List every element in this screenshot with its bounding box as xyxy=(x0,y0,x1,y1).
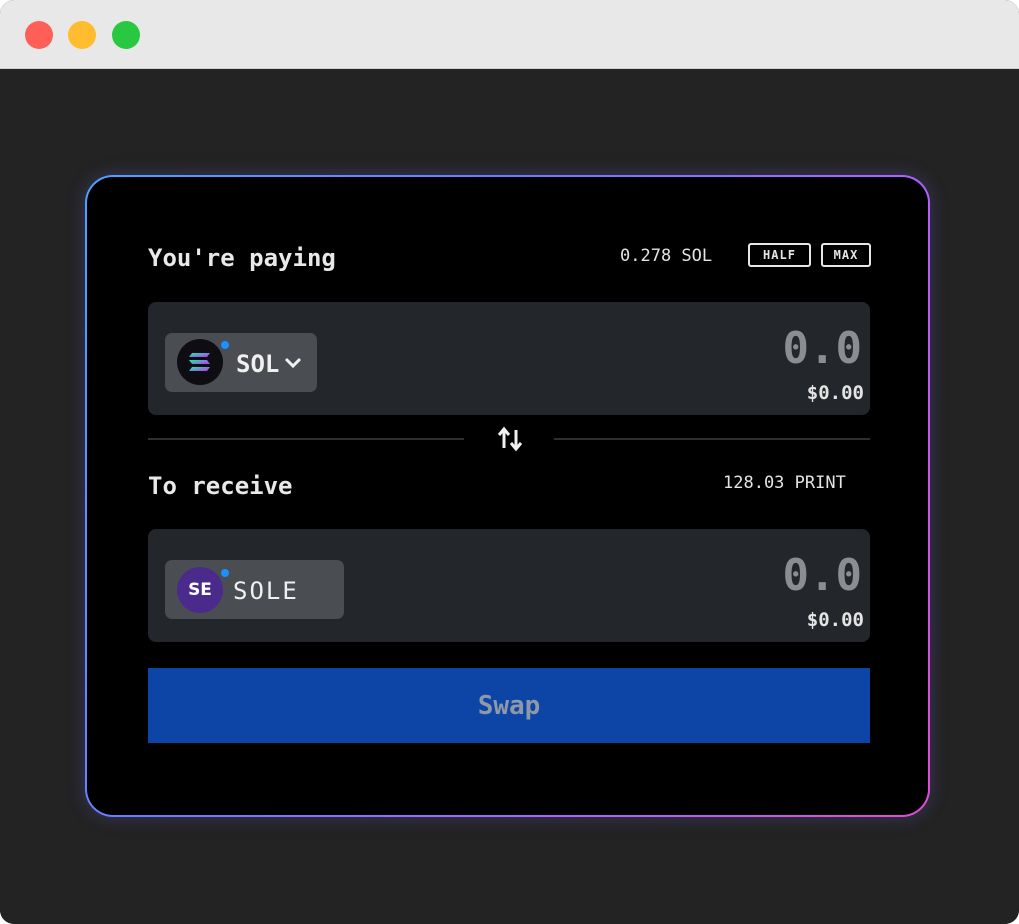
minimize-window-button[interactable] xyxy=(68,21,96,49)
receive-amount-input[interactable] xyxy=(600,547,862,603)
paying-balance: 0.278 SOL xyxy=(620,246,713,266)
pay-token-symbol: SOL xyxy=(236,350,280,378)
half-button[interactable]: HALF xyxy=(748,243,811,267)
receive-token-symbol: SOLE xyxy=(233,577,299,605)
paying-label: You're paying xyxy=(148,244,336,272)
max-button[interactable]: MAX xyxy=(821,243,871,267)
receive-usd-value: $0.00 xyxy=(806,609,864,631)
receive-balance: 128.03 PRINT xyxy=(723,473,846,493)
maximize-window-button[interactable] xyxy=(112,21,140,49)
swap-button[interactable]: Swap xyxy=(148,668,870,743)
sole-logo-text: SE xyxy=(188,580,212,600)
swap-direction-icon[interactable] xyxy=(496,426,524,452)
receive-label: To receive xyxy=(148,472,293,500)
pay-usd-value: $0.00 xyxy=(806,382,864,404)
close-window-button[interactable] xyxy=(25,21,53,49)
app-window: You're paying 0.278 SOL HALF MAX SOL $0.… xyxy=(0,0,1019,924)
solana-logo-icon xyxy=(177,339,223,385)
receive-token-indicator xyxy=(221,569,229,577)
sole-logo-icon: SE xyxy=(177,567,223,613)
title-bar xyxy=(0,0,1019,69)
pay-token-indicator xyxy=(221,341,229,349)
pay-amount-input[interactable] xyxy=(600,320,862,376)
divider-left xyxy=(148,438,464,440)
divider-right xyxy=(554,438,870,440)
chevron-down-icon xyxy=(284,355,302,374)
